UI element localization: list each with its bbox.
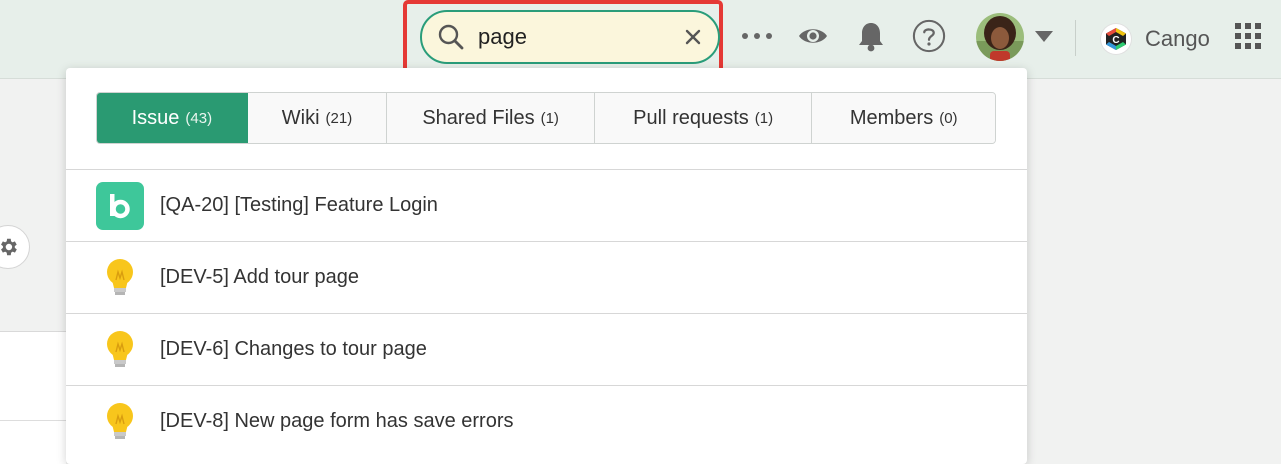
- tab-label: Shared Files: [422, 106, 535, 129]
- result-title: [DEV-5] Add tour page: [160, 266, 360, 288]
- result-title: [DEV-8] New page form has save errors: [160, 410, 514, 432]
- eye-icon: [799, 29, 827, 43]
- lightbulb-icon: [96, 398, 144, 446]
- tab-shared-files[interactable]: Shared Files (1): [387, 93, 595, 143]
- tab-count: (0): [939, 109, 958, 127]
- lightbulb-icon: [96, 326, 144, 374]
- result-item[interactable]: [DEV-5] Add tour page: [66, 241, 1027, 313]
- search-icon: [436, 22, 466, 52]
- result-title: [QA-20] [Testing] Feature Login: [160, 194, 438, 216]
- notifications-button[interactable]: [854, 18, 888, 54]
- close-icon: [685, 29, 701, 45]
- backlog-logo-icon: [96, 181, 144, 230]
- result-item[interactable]: [QA-20] [Testing] Feature Login: [66, 169, 1027, 241]
- background-page-lower: [0, 332, 66, 464]
- question-circle-icon: [912, 19, 946, 53]
- more-horizontal-icon: [742, 33, 772, 39]
- settings-button[interactable]: [0, 225, 30, 269]
- bell-icon: [859, 23, 883, 52]
- clear-search-button[interactable]: [682, 26, 704, 48]
- tab-count: (1): [540, 109, 559, 127]
- tab-issue[interactable]: Issue (43): [97, 93, 248, 143]
- watch-button[interactable]: [796, 18, 830, 54]
- search-field[interactable]: [420, 10, 720, 64]
- space-name: Cango: [1145, 26, 1210, 51]
- tab-count: (1): [754, 109, 774, 127]
- result-tabs: Issue (43) Wiki (21) Shared Files (1) Pu…: [96, 92, 996, 144]
- tab-label: Issue: [131, 106, 180, 129]
- search-input[interactable]: [476, 23, 670, 51]
- user-menu-toggle[interactable]: [1030, 18, 1058, 54]
- tab-wiki[interactable]: Wiki (21): [247, 93, 388, 143]
- more-button[interactable]: [740, 18, 774, 54]
- results-list: [QA-20] [Testing] Feature Login [DEV-5] …: [66, 169, 1027, 457]
- background-page-left: [0, 79, 66, 332]
- caret-down-icon: [1035, 30, 1053, 42]
- background-page-right: [1028, 79, 1281, 464]
- space-switcher[interactable]: C Cango: [1101, 22, 1210, 56]
- tab-count: (43): [185, 109, 213, 127]
- tab-pull-requests[interactable]: Pull requests (1): [594, 93, 813, 143]
- tab-count: (21): [325, 109, 353, 127]
- gear-icon: [1, 238, 17, 256]
- result-title: [DEV-6] Changes to tour page: [160, 338, 427, 360]
- search-results-panel: Issue (43) Wiki (21) Shared Files (1) Pu…: [66, 68, 1027, 464]
- tab-label: Pull requests: [633, 106, 749, 129]
- svg-text:C: C: [1112, 35, 1119, 46]
- tab-label: Wiki: [281, 106, 320, 129]
- grid-icon: [1235, 23, 1261, 49]
- result-item[interactable]: [DEV-6] Changes to tour page: [66, 313, 1027, 385]
- result-item[interactable]: [DEV-8] New page form has save errors: [66, 385, 1027, 457]
- divider: [0, 420, 66, 421]
- tab-label: Members: [849, 106, 934, 129]
- tab-members[interactable]: Members (0): [812, 93, 995, 143]
- lightbulb-icon: [96, 254, 144, 302]
- space-logo-icon: C: [1101, 24, 1131, 54]
- user-avatar[interactable]: [976, 13, 1024, 61]
- help-button[interactable]: [912, 18, 946, 54]
- apps-menu-button[interactable]: [1230, 18, 1266, 54]
- header-divider: [1075, 20, 1076, 56]
